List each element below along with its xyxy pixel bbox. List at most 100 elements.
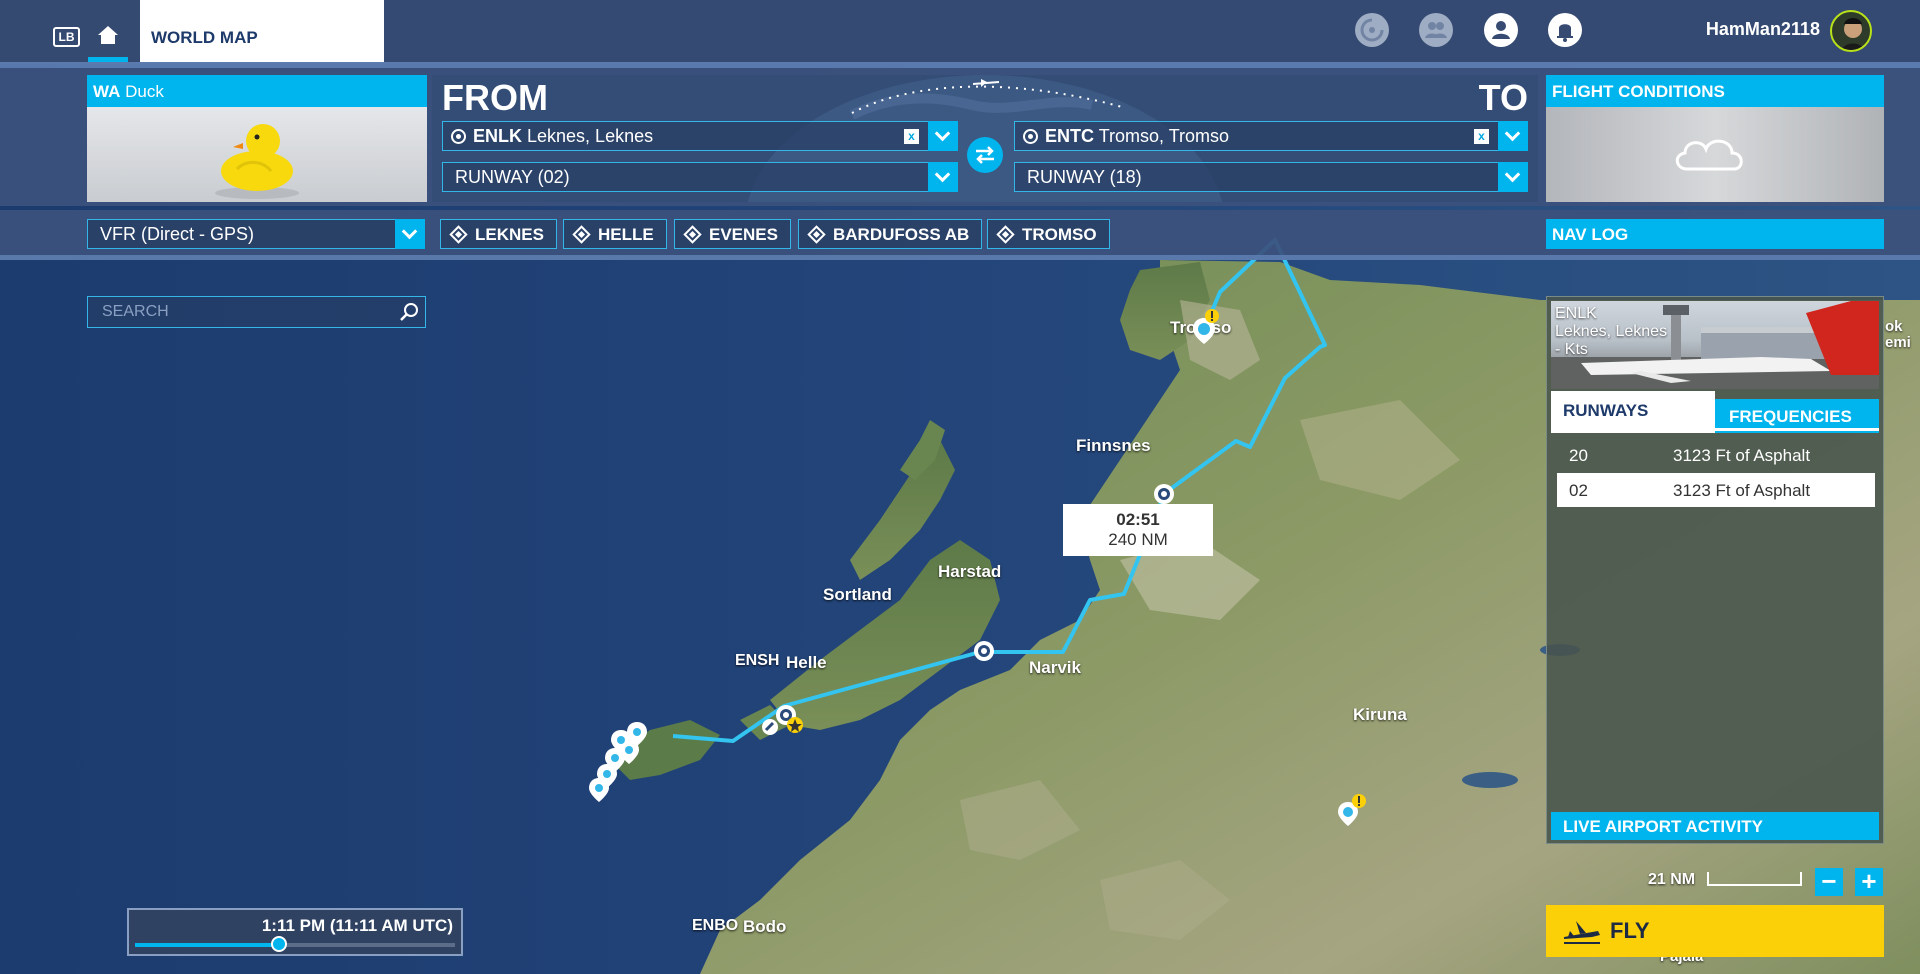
route-time: 02:51 — [1116, 510, 1160, 529]
arrival-runway-value: RUNWAY (18) — [1027, 167, 1142, 187]
runway-desc: 3123 Ft of Asphalt — [1673, 446, 1811, 465]
zoom-in-button[interactable]: + — [1855, 868, 1883, 896]
time-slider-handle[interactable] — [271, 936, 287, 952]
airport-icao: ENLK — [1555, 305, 1597, 322]
live-airport-activity-button[interactable]: LIVE AIRPORT ACTIVITY — [1551, 812, 1879, 840]
waypoint-marker-evenes[interactable] — [970, 637, 998, 665]
notifications-bell-icon[interactable] — [1547, 12, 1583, 48]
route-summary-tooltip: 02:51 240 NM — [1063, 504, 1213, 556]
departure-icao: ENLK — [473, 126, 522, 146]
map-label-finnsnes: Finnsnes — [1076, 436, 1151, 455]
departure-airport-icon[interactable] — [761, 718, 779, 736]
fly-button[interactable]: FLY — [1546, 905, 1884, 957]
tab-runways[interactable]: RUNWAYS — [1551, 391, 1715, 433]
waypoint-chip-tromso[interactable]: TROMSO — [987, 219, 1110, 249]
departure-runway-dropdown-button[interactable] — [928, 162, 958, 192]
map-label-helle: Helle — [786, 653, 827, 672]
search-icon[interactable] — [399, 302, 419, 322]
aircraft-title: WA Duck — [87, 75, 427, 107]
departure-name: Leknes, Leknes — [527, 126, 654, 146]
waypoint-chip-evenes[interactable]: EVENES — [674, 219, 791, 249]
arrival-runway-dropdown-button[interactable] — [1498, 162, 1528, 192]
map-label-narvik: Narvik — [1029, 658, 1081, 677]
plane-arc-icon — [973, 79, 999, 87]
clear-arrival-button[interactable]: x — [1474, 129, 1489, 144]
route-distance: 240 NM — [1108, 530, 1168, 549]
time-slider-fill — [135, 943, 279, 947]
arrival-runway-select[interactable]: RUNWAY (18) — [1014, 162, 1528, 192]
waypoint-label: TROMSO — [1022, 225, 1097, 244]
time-of-day-label: 1:11 PM (11:11 AM UTC) — [261, 916, 453, 935]
airport-wind: - Kts — [1555, 341, 1588, 358]
map-label-kiruna: Kiruna — [1353, 705, 1407, 724]
tab-frequencies-underline — [1715, 428, 1879, 431]
zoom-out-button[interactable]: − — [1815, 868, 1843, 896]
time-of-day-panel: 1:11 PM (11:11 AM UTC) — [127, 908, 463, 956]
map-label-bodo: Bodo — [743, 917, 787, 936]
airport-pin-cluster[interactable] — [585, 720, 665, 820]
nav-log-header[interactable]: NAV LOG — [1546, 219, 1884, 249]
waypoint-diamond-icon — [572, 225, 591, 244]
departure-dropdown-button[interactable] — [928, 121, 958, 151]
map-icao-ensh[interactable]: ENSH — [735, 652, 779, 670]
flight-conditions-card[interactable]: FLIGHT CONDITIONS — [1546, 75, 1884, 202]
departure-star-icon — [787, 717, 803, 733]
waypoint-label: EVENES — [709, 225, 778, 244]
airport-pin-icon — [451, 129, 466, 144]
nav-log-panel: ENLK Leknes, Leknes - Kts RUNWAYS FREQUE… — [1546, 296, 1884, 844]
search-input[interactable]: SEARCH — [87, 296, 426, 328]
waypoint-chip-bardufoss[interactable]: BARDUFOSS AB — [798, 219, 983, 249]
map-icao-enbo[interactable]: ENBO — [692, 917, 738, 935]
flight-plan-type-select[interactable]: VFR (Direct - GPS) — [87, 219, 425, 249]
aircraft-selection-card[interactable]: WA Duck — [87, 75, 427, 202]
waypoint-diamond-icon — [683, 225, 702, 244]
runway-row[interactable]: 20 3123 Ft of Asphalt — [1557, 438, 1875, 472]
airport-info-text: ENLK Leknes, Leknes - Kts — [1555, 305, 1667, 359]
swap-arrows-icon — [976, 146, 994, 164]
arrival-airport-field[interactable]: ENTC Tromso, Tromso x — [1014, 121, 1528, 151]
aircraft-duck-image — [215, 124, 299, 199]
flight-plan-type-dropdown-button[interactable] — [395, 219, 425, 249]
fly-label: FLY — [1610, 918, 1650, 943]
departure-airport-field[interactable]: ENLK Leknes, Leknes x — [442, 121, 958, 151]
username[interactable]: HamMan2118 — [1706, 19, 1820, 40]
tab-world-map[interactable]: WORLD MAP — [140, 0, 384, 62]
arrival-dropdown-button[interactable] — [1498, 121, 1528, 151]
waypoint-label: HELLE — [598, 225, 654, 244]
flight-plan-type-value: VFR (Direct - GPS) — [100, 224, 255, 244]
activity-feed-icon[interactable] — [1354, 12, 1390, 48]
aircraft-manufacturer: WA — [93, 82, 121, 101]
runway-row-selected[interactable]: 02 3123 Ft of Asphalt — [1557, 473, 1875, 507]
map-scale-bar — [1707, 872, 1802, 886]
waypoint-chip-leknes[interactable]: LEKNES — [440, 219, 557, 249]
waypoint-chip-helle[interactable]: HELLE — [563, 219, 667, 249]
flight-conditions-title: FLIGHT CONDITIONS — [1546, 75, 1884, 107]
departure-runway-select[interactable]: RUNWAY (02) — [442, 162, 958, 192]
departure-runway-value: RUNWAY (02) — [455, 167, 570, 187]
warning-icon — [1205, 309, 1219, 323]
flight-conditions-label: FLIGHT CONDITIONS — [1552, 82, 1725, 101]
friends-icon[interactable] — [1418, 12, 1454, 48]
search-placeholder: SEARCH — [102, 303, 169, 320]
cloud-icon — [1675, 139, 1743, 171]
airport-pin-icon — [1023, 129, 1038, 144]
time-slider-track[interactable] — [135, 943, 455, 947]
airport-name: Leknes, Leknes — [1555, 323, 1668, 340]
waypoint-label: LEKNES — [475, 225, 544, 244]
map-scale-label: 21 NM — [1648, 871, 1696, 888]
arrival-icao: ENTC — [1045, 126, 1094, 146]
from-label: FROM — [442, 77, 548, 118]
home-active-indicator — [88, 57, 128, 62]
waypoint-diamond-icon — [449, 225, 468, 244]
airport-photo: ENLK Leknes, Leknes - Kts — [1551, 301, 1879, 389]
home-button[interactable] — [88, 20, 128, 62]
profile-icon[interactable] — [1483, 12, 1519, 48]
clear-departure-button[interactable]: x — [904, 129, 919, 144]
swap-airports-button[interactable] — [967, 137, 1003, 173]
runway-desc: 3123 Ft of Asphalt — [1673, 481, 1811, 500]
home-icon — [98, 26, 118, 44]
waypoint-band-divider — [0, 255, 1920, 260]
runway-id: 02 — [1569, 481, 1588, 500]
waypoint-diamond-icon — [807, 225, 826, 244]
avatar[interactable] — [1830, 10, 1872, 52]
